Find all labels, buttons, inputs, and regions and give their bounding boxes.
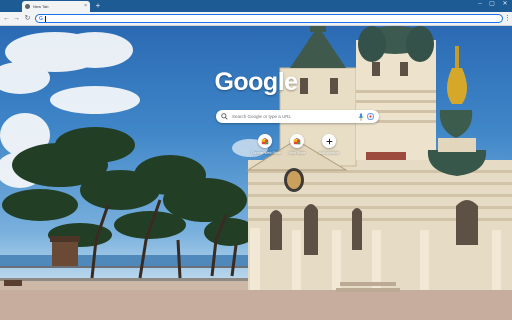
chrome-web-store-icon: [261, 137, 269, 145]
shortcut-chrome-web-store[interactable]: Chrome Web Store: [251, 134, 281, 155]
back-button[interactable]: ←: [2, 14, 11, 23]
tab-title: New Tab: [33, 4, 49, 9]
close-window-button[interactable]: ✕: [499, 0, 511, 9]
tab-new-tab[interactable]: New Tab ×: [22, 1, 90, 12]
google-icon: G: [39, 15, 43, 22]
shortcut-add[interactable]: Add shortcut: [315, 134, 343, 155]
church: [246, 26, 512, 292]
menu-icon[interactable]: ⋮: [504, 14, 511, 23]
minimize-button[interactable]: –: [474, 0, 486, 9]
search-icon: [221, 113, 228, 120]
microphone-icon[interactable]: [358, 112, 364, 121]
reload-button[interactable]: ↻: [23, 14, 32, 23]
shortcut-web-store[interactable]: Web Store: [283, 134, 311, 155]
forward-button[interactable]: →: [12, 14, 21, 23]
new-tab-page: Google Chrome Web Store: [0, 26, 512, 320]
browser-toolbar: ← → ↻ G ⋮: [0, 12, 512, 26]
shortcut-label: Web Store: [288, 151, 306, 155]
pine-trees: [2, 127, 256, 247]
shortcut-label: Add shortcut: [319, 151, 339, 155]
text-cursor: [44, 15, 46, 22]
search-input[interactable]: [232, 111, 355, 122]
new-tab-button[interactable]: +: [94, 2, 102, 10]
new-tab-favicon-icon: [25, 4, 30, 9]
google-lens-icon[interactable]: [367, 113, 374, 120]
tab-strip: New Tab × + – ▢ ✕: [0, 0, 512, 12]
tab-close-icon[interactable]: ×: [84, 4, 87, 9]
shortcut-label: Chrome Web Store: [251, 151, 281, 155]
plus-icon: [326, 138, 332, 144]
google-logo: Google: [214, 68, 298, 96]
address-bar[interactable]: G: [35, 14, 503, 23]
maximize-button[interactable]: ▢: [486, 0, 498, 9]
web-store-icon: [293, 137, 301, 145]
search-box[interactable]: [216, 110, 379, 123]
